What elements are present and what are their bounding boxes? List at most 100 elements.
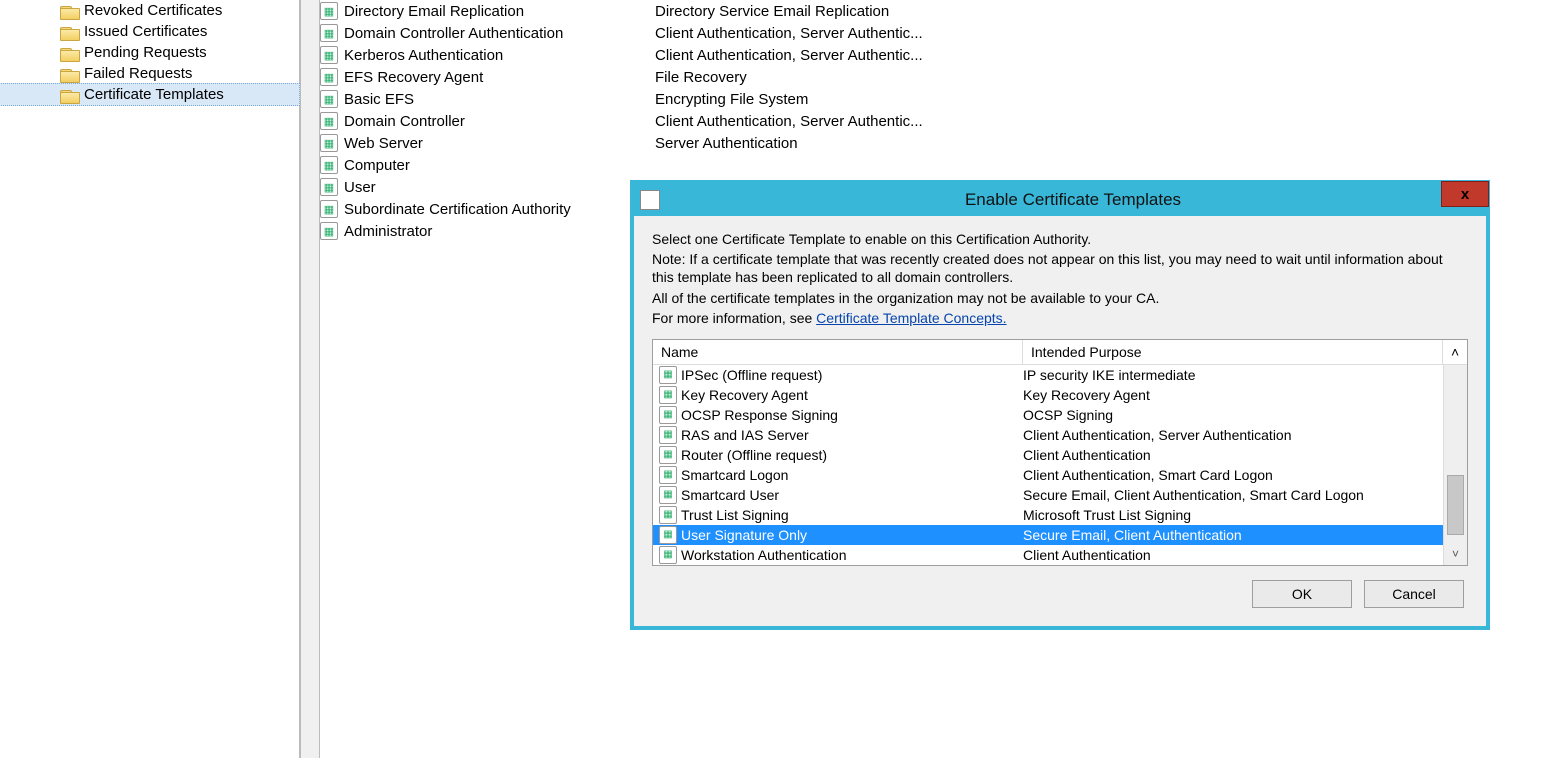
dialog-row-name: OCSP Response Signing — [681, 407, 838, 423]
dialog-row-name: Trust List Signing — [681, 507, 789, 523]
close-button[interactable]: x — [1441, 181, 1489, 207]
dialog-app-icon — [640, 190, 660, 210]
template-row[interactable]: ▦Kerberos AuthenticationClient Authentic… — [320, 44, 1542, 66]
template-row[interactable]: ▦ Computer — [320, 154, 1542, 176]
tree-item-certificate-templates[interactable]: Certificate Templates — [0, 83, 300, 106]
dialog-list-row[interactable]: ▦OCSP Response SigningOCSP Signing — [653, 405, 1443, 425]
certificate-icon: ▦ — [659, 506, 677, 524]
tree-item-revoked-certificates[interactable]: Revoked Certificates — [0, 0, 299, 21]
tree-item-label: Failed Requests — [84, 65, 192, 82]
dialog-list-row[interactable]: ▦IPSec (Offline request) IP security IKE … — [653, 365, 1443, 385]
folder-icon — [60, 67, 78, 81]
certificate-icon: ▦ — [320, 112, 338, 130]
template-purpose: Encrypting File System — [655, 91, 1542, 108]
template-name: User — [344, 179, 376, 196]
dialog-row-purpose: IP security IKE intermediate — [1023, 367, 1443, 383]
dialog-title: Enable Certificate Templates — [660, 190, 1486, 210]
template-row[interactable]: ▦ Directory Email Replication Directory Se… — [320, 0, 1542, 22]
dialog-list-row[interactable]: ▦Workstation AuthenticationClient Authen… — [653, 545, 1443, 565]
tree-item-label: Revoked Certificates — [84, 2, 222, 19]
dialog-list-row[interactable]: ▦User Signature OnlySecure Email, Client… — [653, 525, 1443, 545]
ok-button[interactable]: OK — [1252, 580, 1352, 608]
cancel-button[interactable]: Cancel — [1364, 580, 1464, 608]
dialog-row-purpose: Client Authentication — [1023, 547, 1443, 563]
dialog-scrollbar[interactable]: ˅ — [1443, 365, 1467, 565]
splitter[interactable] — [300, 0, 320, 758]
tree-item-label: Certificate Templates — [84, 86, 224, 103]
certificate-icon: ▦ — [659, 366, 677, 384]
certificate-icon: ▦ — [320, 200, 338, 218]
certificate-icon: ▦ — [320, 68, 338, 86]
close-icon: x — [1461, 186, 1469, 203]
template-name: Web Server — [344, 135, 423, 152]
folder-icon — [60, 88, 78, 102]
certificate-icon: ▦ — [320, 178, 338, 196]
more-info-prefix: For more information, see — [652, 310, 816, 326]
scroll-down-button[interactable]: ˅ — [1444, 543, 1467, 565]
dialog-list: Name Intended Purpose ˄ ▦IPSec (Offline … — [652, 339, 1468, 566]
dialog-row-purpose: Client Authentication, Smart Card Logon — [1023, 467, 1443, 483]
template-name: EFS Recovery Agent — [344, 69, 483, 86]
dialog-row-name: Smartcard Logon — [681, 467, 788, 483]
dialog-row-name: IPSec (Offline request) — [681, 367, 822, 383]
certificate-template-concepts-link[interactable]: Certificate Template Concepts. — [816, 310, 1006, 326]
dialog-list-row[interactable]: ▦Router (Offline request) Client Authenti… — [653, 445, 1443, 465]
dialog-list-row[interactable]: ▦Smartcard Logon Client Authentication, S… — [653, 465, 1443, 485]
dialog-titlebar[interactable]: Enable Certificate Templates x — [634, 184, 1486, 216]
certificate-icon: ▦ — [320, 134, 338, 152]
certificate-icon: ▦ — [320, 46, 338, 64]
certificate-icon: ▦ — [320, 222, 338, 240]
tree-item-label: Pending Requests — [84, 44, 207, 61]
folder-icon — [60, 4, 78, 18]
scroll-up-button[interactable]: ˄ — [1443, 340, 1467, 364]
tree-item-label: Issued Certificates — [84, 23, 207, 40]
template-purpose: Directory Service Email Replication — [655, 3, 1542, 20]
template-name: Directory Email Replication — [344, 3, 524, 20]
dialog-row-purpose: Client Authentication — [1023, 447, 1443, 463]
template-row[interactable]: ▦ Domain Controller Authentication Client … — [320, 22, 1542, 44]
dialog-list-row[interactable]: ▦RAS and IAS ServerClient Authentication… — [653, 425, 1443, 445]
template-name: Domain Controller Authentication — [344, 25, 563, 42]
template-purpose: File Recovery — [655, 69, 1542, 86]
template-row[interactable]: ▦Web ServerServer Authentication — [320, 132, 1542, 154]
certificate-icon: ▦ — [320, 24, 338, 42]
tree-item-failed-requests[interactable]: Failed Requests — [0, 63, 299, 84]
column-header-name[interactable]: Name — [653, 340, 1023, 364]
tree-item-pending-requests[interactable]: Pending Requests — [0, 42, 299, 63]
dialog-list-row[interactable]: ▦Key Recovery AgentKey Recovery Agent — [653, 385, 1443, 405]
template-row[interactable]: ▦Domain ControllerClient Authentication,… — [320, 110, 1542, 132]
column-header-intended-purpose[interactable]: Intended Purpose — [1023, 340, 1443, 364]
dialog-row-purpose: Microsoft Trust List Signing — [1023, 507, 1443, 523]
dialog-row-name: RAS and IAS Server — [681, 427, 809, 443]
dialog-row-purpose: Key Recovery Agent — [1023, 387, 1443, 403]
dialog-row-name: Key Recovery Agent — [681, 387, 808, 403]
certificate-icon: ▦ — [659, 466, 677, 484]
dialog-body: Select one Certificate Template to enabl… — [634, 216, 1486, 626]
certificate-icon: ▦ — [320, 156, 338, 174]
tree-item-issued-certificates[interactable]: Issued Certificates — [0, 21, 299, 42]
dialog-list-row[interactable]: ▦Smartcard UserSecure Email, Client Auth… — [653, 485, 1443, 505]
template-purpose: Client Authentication, Server Authentic.… — [655, 25, 1542, 42]
dialog-note: Note: If a certificate template that was… — [652, 250, 1468, 286]
dialog-list-row[interactable]: ▦Trust List Signing Microsoft Trust List … — [653, 505, 1443, 525]
template-name: Administrator — [344, 223, 432, 240]
folder-icon — [60, 46, 78, 60]
template-name: Subordinate Certification Authority — [344, 201, 571, 218]
dialog-row-name: Router (Offline request) — [681, 447, 827, 463]
dialog-instruction-2: All of the certificate templates in the … — [652, 289, 1468, 307]
dialog-row-name: Workstation Authentication — [681, 547, 847, 563]
certificate-icon: ▦ — [320, 90, 338, 108]
template-row[interactable]: ▦ EFS Recovery Agent File Recovery — [320, 66, 1542, 88]
dialog-row-purpose: Client Authentication, Server Authentica… — [1023, 427, 1443, 443]
template-row[interactable]: ▦Basic EFSEncrypting File System — [320, 88, 1542, 110]
certificate-icon: ▦ — [659, 486, 677, 504]
certificate-icon: ▦ — [659, 406, 677, 424]
certificate-icon: ▦ — [659, 446, 677, 464]
dialog-row-purpose: Secure Email, Client Authentication — [1023, 527, 1443, 543]
scrollbar-thumb[interactable] — [1447, 475, 1464, 535]
template-name: Computer — [344, 157, 410, 174]
certificate-icon: ▦ — [320, 2, 338, 20]
folder-icon — [60, 25, 78, 39]
template-purpose: Client Authentication, Server Authentic.… — [655, 47, 1542, 64]
template-purpose: Client Authentication, Server Authentic.… — [655, 113, 1542, 130]
